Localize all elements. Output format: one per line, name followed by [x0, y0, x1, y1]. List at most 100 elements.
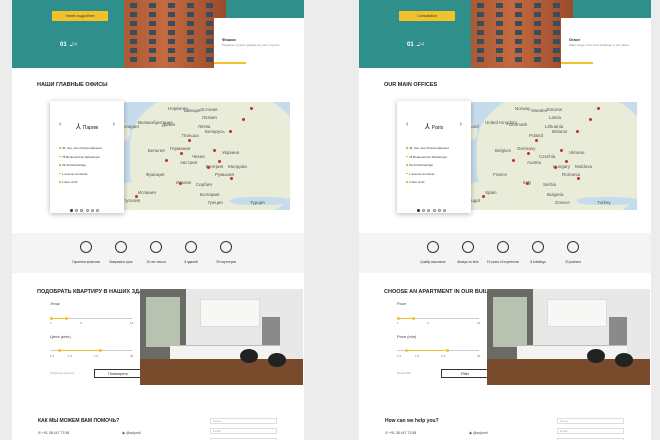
slider-handle[interactable] [64, 317, 68, 320]
handshake-icon [567, 241, 579, 253]
map-pin-icon[interactable] [188, 139, 191, 142]
map-pin-icon[interactable] [527, 152, 530, 155]
map-pin-icon[interactable] [526, 182, 529, 185]
map-pin-icon[interactable] [577, 177, 580, 180]
map-pin-icon[interactable] [179, 182, 182, 185]
office-address: 45, Ave. des Champs-Élysées [409, 146, 449, 150]
carousel-dot[interactable] [437, 209, 441, 212]
carousel-dot[interactable] [85, 209, 89, 212]
office-card: ‹ › ⅄ Париж 45, Ave. des Champs-Élysées 78 Bo… [50, 101, 124, 213]
slider-handle[interactable] [446, 349, 450, 352]
map-label: Молдова [228, 164, 247, 169]
bullet-icon [59, 164, 61, 166]
contact-field[interactable]: Email [557, 428, 624, 434]
carousel-dot[interactable] [442, 209, 446, 212]
reset-filter-link[interactable]: Reset filter [397, 371, 411, 375]
price-slider[interactable] [397, 349, 479, 352]
carousel-dot[interactable] [432, 209, 436, 212]
map-pin-icon[interactable] [250, 107, 253, 110]
contact-social[interactable]: ◉ @solynhl [122, 431, 140, 435]
map-pin-icon[interactable] [560, 149, 563, 152]
hero-banner: Consultation 01 04 Grace Wide range of the … [359, 0, 651, 68]
map-label: Чехия [192, 154, 205, 159]
map-pin-icon[interactable] [165, 159, 168, 162]
map-label: Serbia [543, 182, 557, 187]
map-label: Великобритания [138, 120, 173, 125]
carousel-dot[interactable] [70, 209, 73, 212]
price-tick: 1.0 [397, 354, 402, 358]
hero-cta-button[interactable]: Узнать подробнее [52, 11, 108, 21]
contact-field[interactable]: Name [210, 418, 277, 424]
carousel-dot[interactable] [80, 209, 84, 212]
hero-pager[interactable]: 01 04 [407, 42, 424, 48]
office-city-name: Париж [82, 125, 99, 131]
map-pin-icon[interactable] [565, 160, 568, 163]
contact-phone[interactable]: ✆ +91 38 447 73 58 [385, 431, 416, 435]
map-pin-icon[interactable] [218, 160, 221, 163]
map-pin-icon[interactable] [180, 152, 183, 155]
hero-cta-button[interactable]: Consultation [399, 11, 455, 21]
map-pin-icon[interactable] [576, 130, 579, 133]
map-pin-icon[interactable] [229, 130, 232, 133]
office-city: ⅄ Paris [397, 122, 471, 131]
slider-handle[interactable] [405, 349, 409, 352]
contact-field[interactable]: Name [557, 418, 624, 424]
offices-map[interactable]: Estonia Latvia Lithuania Belarus Poland Germa… [457, 102, 637, 210]
carousel-dot[interactable] [95, 209, 99, 212]
reset-filter-link[interactable]: Сбросить фильтр [50, 371, 74, 375]
map-pin-icon[interactable] [512, 159, 515, 162]
search-button[interactable]: Посмотреть [94, 369, 142, 378]
carousel-dot[interactable] [75, 209, 79, 212]
carousel-dot[interactable] [417, 209, 420, 212]
price-tick: 1.0 [68, 354, 73, 358]
bullet-icon [406, 164, 408, 166]
slider-handle[interactable] [50, 317, 53, 320]
map-pin-icon[interactable] [135, 195, 138, 198]
bullet-icon [406, 155, 408, 157]
slider-handle[interactable] [99, 349, 103, 352]
floor-slider[interactable] [397, 317, 479, 320]
hero-card-title: Фишки [222, 37, 236, 42]
slider-handle[interactable] [411, 317, 415, 320]
hero-card-text: Разделы лучших зданий все раз и купите [222, 43, 280, 47]
map-label: Сербия [196, 182, 212, 187]
price-tick: 1.0 [415, 354, 420, 358]
map-pin-icon[interactable] [554, 166, 557, 169]
hero-pager[interactable]: 01 04 [60, 42, 77, 48]
price-tick: 1.0 [50, 354, 55, 358]
feature-label: Always on time [457, 260, 479, 264]
map-pin-icon[interactable] [597, 107, 600, 110]
map-label: Norway [515, 106, 531, 111]
map-pin-icon[interactable] [230, 177, 233, 180]
carousel-dot[interactable] [90, 209, 94, 212]
handshake-icon [220, 241, 232, 253]
map-label: Poland [529, 133, 544, 138]
price-slider[interactable] [50, 349, 132, 352]
floor-slider[interactable] [50, 317, 132, 320]
building-icon [185, 241, 197, 253]
map-pin-icon[interactable] [207, 166, 210, 169]
map-pin-icon[interactable] [242, 118, 245, 121]
carousel-dot[interactable] [422, 209, 426, 212]
carousel-dots[interactable] [70, 199, 101, 212]
building-icon [532, 241, 544, 253]
social-text: @solynhl [473, 431, 488, 435]
office-address: 1 avenue du Gloria [62, 171, 88, 176]
carousel-dots[interactable] [417, 199, 448, 212]
map-pin-icon[interactable] [535, 139, 538, 142]
slider-handle[interactable] [397, 317, 400, 320]
offices-map[interactable]: Эстония Латвия Литва Беларусь Польша Германия… [110, 102, 290, 210]
feature-label: Вовремя в срок [109, 260, 133, 264]
map-pin-icon[interactable] [482, 195, 485, 198]
panel-ru: Узнать подробнее 01 04 Фишки Разделы лучших… [12, 0, 304, 440]
carousel-dot[interactable] [427, 209, 431, 212]
search-button[interactable]: Filter [441, 369, 489, 378]
contact-phone[interactable]: ✆ +91 38 447 73 58 [38, 431, 69, 435]
contact-field[interactable]: Email [210, 428, 277, 434]
map-pin-icon[interactable] [213, 149, 216, 152]
map-label: Польша [182, 133, 199, 138]
contact-social[interactable]: ◉ @solynhl [469, 431, 487, 435]
floor-tick: 1 [397, 321, 399, 325]
map-pin-icon[interactable] [589, 118, 592, 121]
slider-handle[interactable] [58, 349, 62, 352]
